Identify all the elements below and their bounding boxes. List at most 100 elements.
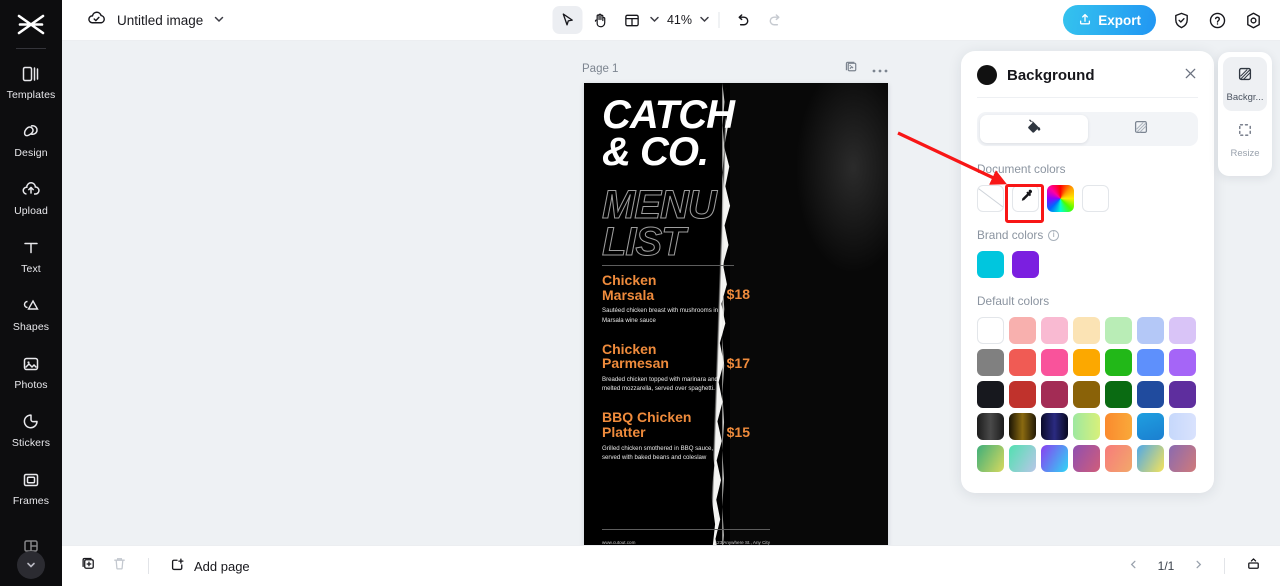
sidebar-item-text[interactable]: Text <box>0 227 62 285</box>
default-color-swatch[interactable] <box>977 413 1004 440</box>
layout-chevron-icon[interactable] <box>649 13 661 28</box>
settings-icon[interactable] <box>1242 9 1264 31</box>
default-color-swatch[interactable] <box>1073 381 1100 408</box>
default-color-swatch[interactable] <box>1137 445 1164 472</box>
rail-item-background[interactable]: Backgr... <box>1223 57 1267 111</box>
default-color-swatch[interactable] <box>1009 445 1036 472</box>
poster-title-line4: LIST <box>602 219 687 264</box>
white-color-swatch[interactable] <box>1082 185 1109 212</box>
close-icon[interactable] <box>1183 66 1198 85</box>
default-color-swatch[interactable] <box>1073 317 1100 344</box>
default-color-swatch[interactable] <box>1137 349 1164 376</box>
cutout-logo[interactable] <box>11 10 51 40</box>
default-color-swatch[interactable] <box>1009 317 1036 344</box>
undo-button[interactable] <box>728 6 758 34</box>
default-color-swatch[interactable] <box>1041 317 1068 344</box>
cloud-check-icon[interactable] <box>86 7 107 33</box>
default-color-swatch[interactable] <box>1169 349 1196 376</box>
chevron-right-icon[interactable] <box>1193 559 1204 573</box>
current-background-swatch[interactable] <box>977 65 997 85</box>
sidebar-item-stickers[interactable]: Stickers <box>0 401 62 459</box>
shield-check-icon[interactable] <box>1170 9 1192 31</box>
document-title[interactable]: Untitled image <box>117 13 203 28</box>
help-icon[interactable] <box>1206 9 1228 31</box>
default-color-swatch[interactable] <box>1041 413 1068 440</box>
panel-title: Background <box>1007 66 1095 84</box>
poster-photo-background <box>729 83 888 554</box>
hand-tool-button[interactable] <box>585 6 615 34</box>
upload-icon <box>20 179 42 201</box>
default-color-swatch[interactable] <box>1137 381 1164 408</box>
default-color-swatch[interactable] <box>1073 349 1100 376</box>
sidebar-item-upload[interactable]: Upload <box>0 169 62 227</box>
default-color-swatch[interactable] <box>1169 413 1196 440</box>
default-color-swatch[interactable] <box>1073 445 1100 472</box>
default-color-swatch[interactable] <box>1041 445 1068 472</box>
none-color-swatch[interactable] <box>977 185 1004 212</box>
duplicate-page-icon[interactable] <box>844 59 859 79</box>
chevron-down-icon[interactable] <box>213 13 225 28</box>
background-icon <box>1236 65 1254 88</box>
sidebar-label: Photos <box>14 379 48 391</box>
brand-colors-label: Brand colors <box>977 228 1044 242</box>
eyedropper-icon <box>1018 188 1034 209</box>
sidebar-item-photos[interactable]: Photos <box>0 343 62 401</box>
background-mode-tabs <box>977 112 1198 146</box>
default-color-swatch[interactable] <box>1169 445 1196 472</box>
info-icon[interactable]: i <box>1048 229 1060 241</box>
redo-button[interactable] <box>760 6 790 34</box>
fill-tab[interactable] <box>980 115 1088 143</box>
default-color-swatch[interactable] <box>1137 317 1164 344</box>
more-options-icon[interactable] <box>872 60 888 78</box>
duplicate-page-button[interactable] <box>80 555 97 577</box>
default-color-swatch[interactable] <box>1137 413 1164 440</box>
menu-item-name: Chicken Parmesan <box>602 340 669 372</box>
eyedropper-swatch[interactable] <box>1012 185 1039 212</box>
layout-tool-button[interactable] <box>617 6 647 34</box>
export-label: Export <box>1098 12 1141 28</box>
default-color-swatch[interactable] <box>1169 317 1196 344</box>
zoom-level[interactable]: 41% <box>663 13 697 27</box>
brand-color-swatch[interactable] <box>1012 251 1039 278</box>
brand-color-swatch[interactable] <box>977 251 1004 278</box>
default-color-swatch[interactable] <box>977 349 1004 376</box>
add-page-button[interactable]: Add page <box>169 556 250 576</box>
default-color-swatch[interactable] <box>1009 413 1036 440</box>
default-color-swatch[interactable] <box>1009 349 1036 376</box>
export-button[interactable]: Export <box>1063 5 1156 35</box>
sidebar-expand-button[interactable] <box>17 551 45 579</box>
sidebar-item-frames[interactable]: Frames <box>0 459 62 517</box>
templates-icon <box>20 63 42 85</box>
add-page-label: Add page <box>194 558 250 574</box>
sidebar-item-shapes[interactable]: Shapes <box>0 285 62 343</box>
default-color-swatch[interactable] <box>1073 413 1100 440</box>
default-color-swatch[interactable] <box>977 445 1004 472</box>
default-color-swatch[interactable] <box>1105 445 1132 472</box>
color-wheel-swatch[interactable] <box>1047 185 1074 212</box>
rail-item-resize[interactable]: Resize <box>1223 113 1267 167</box>
default-color-swatch[interactable] <box>1041 349 1068 376</box>
document-colors-row <box>977 185 1198 212</box>
default-color-swatch[interactable] <box>1169 381 1196 408</box>
default-color-swatch[interactable] <box>977 381 1004 408</box>
zoom-chevron-icon[interactable] <box>699 13 711 28</box>
transparency-tab[interactable] <box>1088 115 1196 143</box>
default-color-swatch[interactable] <box>977 317 1004 344</box>
default-color-swatch[interactable] <box>1105 413 1132 440</box>
menu-item: BBQ Chicken Platter $15 Grilled chicken … <box>602 410 750 462</box>
poster-canvas[interactable]: CATCH & CO. MENU LIST Chicken Marsala $1… <box>584 83 888 554</box>
sidebar-item-templates[interactable]: Templates <box>0 53 62 111</box>
chevron-left-icon[interactable] <box>1128 559 1139 573</box>
default-color-swatch[interactable] <box>1105 349 1132 376</box>
present-icon[interactable] <box>1245 555 1262 577</box>
delete-page-button[interactable] <box>111 555 128 577</box>
default-color-swatch[interactable] <box>1009 381 1036 408</box>
default-color-swatch[interactable] <box>1105 381 1132 408</box>
sidebar-item-design[interactable]: Design <box>0 111 62 169</box>
menu-item-name: Chicken Marsala <box>602 272 657 303</box>
default-color-swatch[interactable] <box>1105 317 1132 344</box>
default-color-swatch[interactable] <box>1041 381 1068 408</box>
sidebar-label: Shapes <box>12 321 50 333</box>
select-tool-button[interactable] <box>552 6 583 34</box>
frames-icon <box>20 469 42 491</box>
